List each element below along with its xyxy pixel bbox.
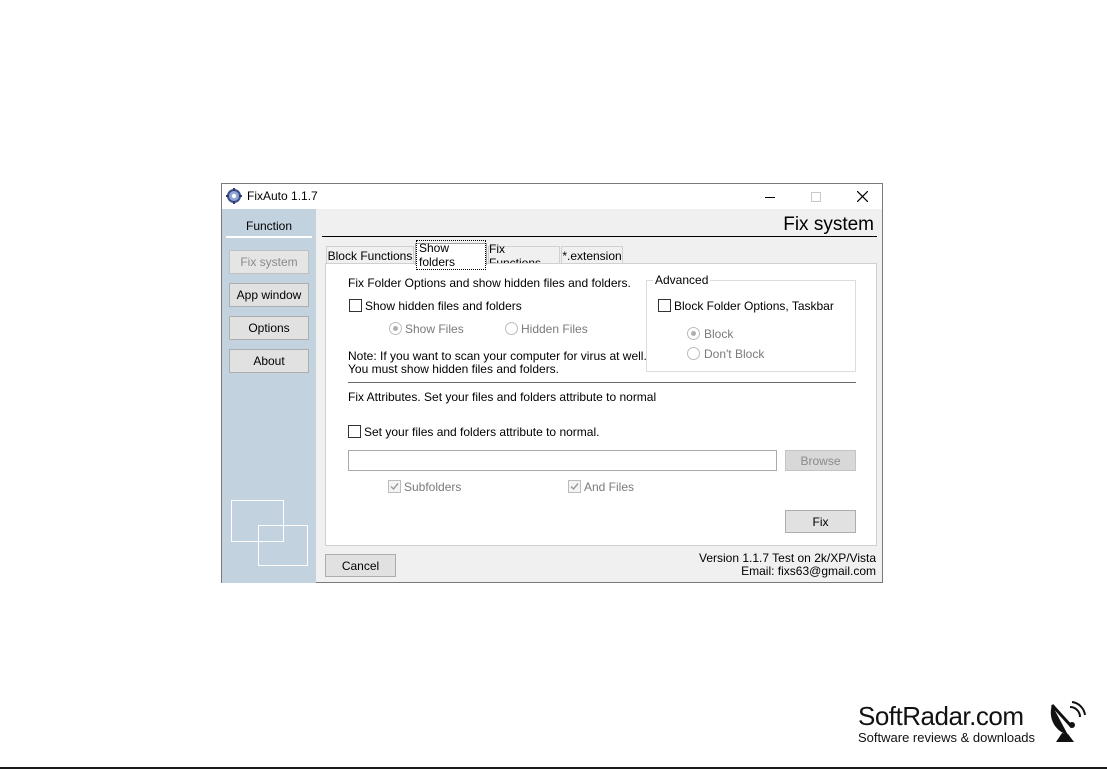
advanced-title: Advanced [653, 273, 711, 287]
block-radio-label: Block [704, 327, 734, 341]
subfolders-label: Subfolders [404, 480, 462, 494]
gear-app-icon [226, 188, 242, 204]
intro-text: Fix Folder Options and show hidden files… [348, 276, 631, 290]
section-divider [348, 382, 856, 383]
page-title: Fix system [783, 214, 874, 235]
note-line-1: Note: If you want to scan your computer … [348, 349, 647, 363]
sidebar-item-about[interactable]: About [229, 349, 309, 373]
minimize-icon[interactable] [747, 184, 793, 209]
block-radio[interactable] [687, 327, 700, 340]
show-folders-panel: Fix Folder Options and show hidden files… [325, 263, 877, 546]
radio-selected-dot [393, 326, 398, 331]
window-title: FixAuto 1.1.7 [247, 189, 318, 203]
sidebar-item-fix-system[interactable]: Fix system [229, 250, 309, 274]
subfolders-checkbox[interactable] [388, 480, 401, 493]
show-hidden-label[interactable]: Show hidden files and folders [365, 299, 522, 313]
folder-path-input[interactable] [348, 450, 777, 471]
watermark-name: SoftRadar.com [858, 701, 1024, 731]
app-window: FixAuto 1.1.7 Function Fix system App wi… [221, 183, 883, 583]
browse-button[interactable]: Browse [785, 450, 856, 471]
tab-label: *.extension [562, 248, 622, 263]
satellite-dish-icon [1046, 699, 1086, 746]
sidebar-item-app-window[interactable]: App window [229, 283, 309, 307]
block-folder-options-checkbox[interactable] [658, 299, 671, 312]
sidebar: Function Fix system App window Options A… [222, 209, 316, 583]
tab-show-folders[interactable]: Show folders [415, 239, 487, 270]
watermark-tagline: Software reviews & downloads [858, 730, 1036, 745]
version-text: Version 1.1.7 Test on 2k/XP/Vista [699, 551, 876, 565]
decorative-square-front [258, 525, 308, 566]
title-bar[interactable]: FixAuto 1.1.7 [222, 184, 882, 209]
attributes-heading: Fix Attributes. Set your files and folde… [348, 390, 657, 404]
show-files-radio[interactable] [389, 322, 402, 335]
block-folder-options-label[interactable]: Block Folder Options, Taskbar [674, 299, 834, 313]
email-text: Email: fixs63@gmail.com [741, 564, 876, 578]
sidebar-item-options[interactable]: Options [229, 316, 309, 340]
tab-extension[interactable]: *.extension [561, 246, 623, 264]
cancel-button[interactable]: Cancel [325, 554, 396, 577]
title-underline [322, 236, 877, 237]
hidden-files-label: Hidden Files [521, 322, 588, 336]
show-files-label: Show Files [405, 322, 464, 336]
hidden-files-radio[interactable] [505, 322, 518, 335]
dont-block-radio-label: Don't Block [704, 347, 765, 361]
show-hidden-checkbox[interactable] [349, 299, 362, 312]
sidebar-header: Function [245, 219, 293, 233]
dont-block-radio[interactable] [687, 347, 700, 360]
tab-label: Block Functions [327, 248, 413, 263]
and-files-checkbox[interactable] [568, 480, 581, 493]
and-files-label: And Files [584, 480, 635, 494]
tab-block-functions[interactable]: Block Functions [326, 246, 414, 264]
tab-fix-functions[interactable]: Fix Functions [488, 242, 560, 270]
tab-label: Show folders [416, 239, 486, 270]
softradar-watermark: SoftRadar.com Software reviews & downloa… [858, 701, 1035, 745]
fix-button[interactable]: Fix [785, 510, 856, 533]
close-icon[interactable] [839, 184, 885, 209]
sidebar-header-divider [226, 236, 312, 238]
set-attributes-checkbox[interactable] [348, 425, 361, 438]
set-attributes-label[interactable]: Set your files and folders attribute to … [364, 425, 599, 439]
radio-selected-dot [691, 331, 696, 336]
note-line-2: You must show hidden files and folders. [348, 362, 560, 376]
maximize-icon[interactable] [793, 184, 839, 209]
advanced-groupbox: Advanced Block Folder Options, Taskbar B… [646, 273, 856, 372]
